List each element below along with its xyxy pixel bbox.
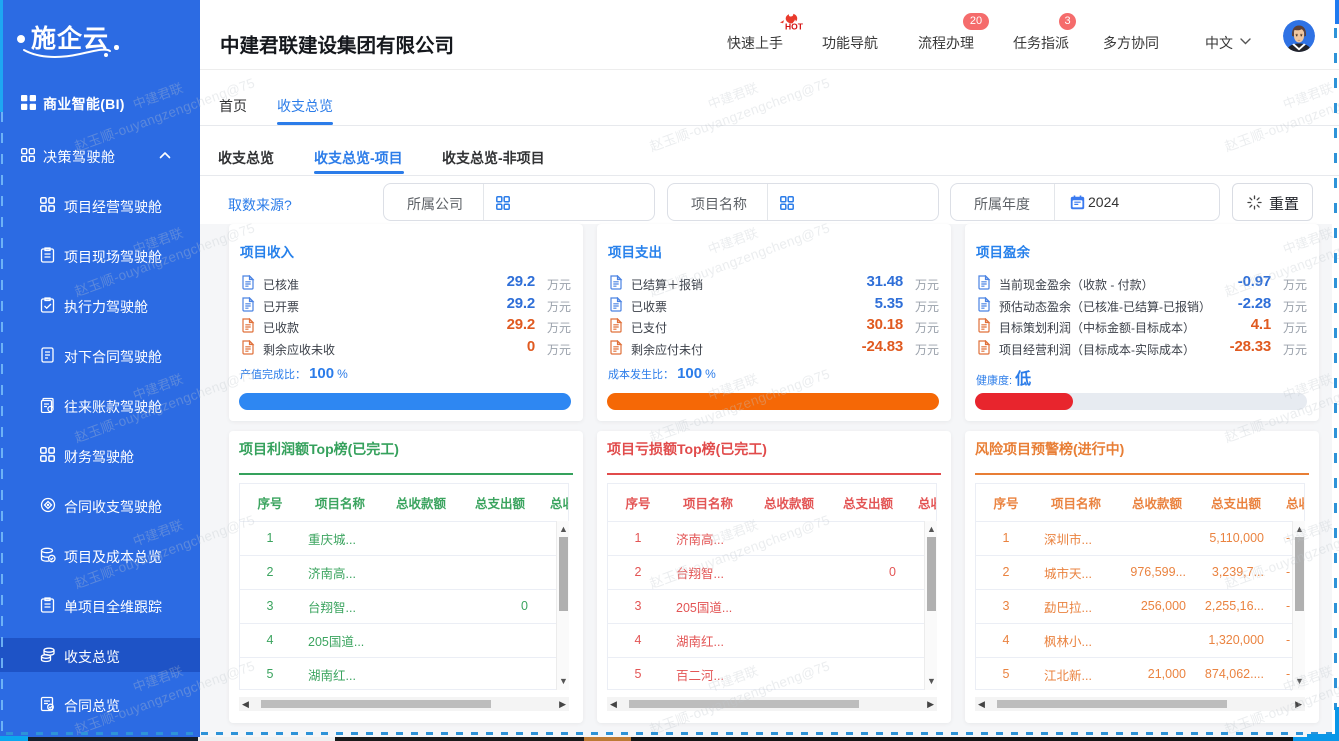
svg-text:HOT: HOT	[785, 22, 804, 31]
